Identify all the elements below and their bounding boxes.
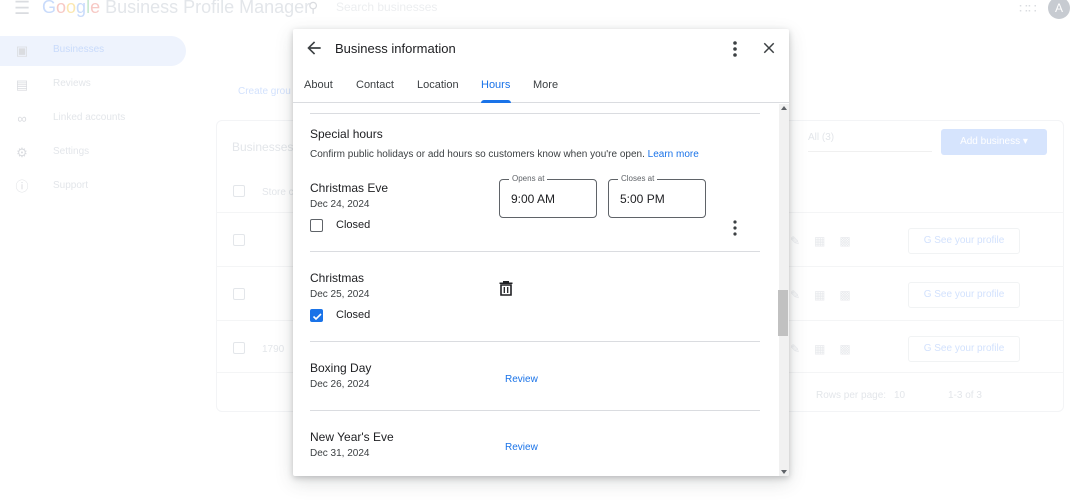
apps-grid-icon[interactable]: ∷∷: [1019, 0, 1037, 17]
store-code-header: Store c: [262, 187, 294, 198]
closes-at-value: 5:00 PM: [620, 192, 665, 206]
see-profile-button[interactable]: G See your profile: [908, 282, 1020, 308]
more-vert-icon[interactable]: [727, 39, 743, 59]
section-divider: [310, 410, 760, 411]
pagination-range: 1-3 of 3: [948, 390, 982, 401]
section-divider: [310, 341, 760, 342]
day-name: New Year's Eve: [310, 430, 394, 444]
row-action-icons: ✎▦▩: [790, 288, 865, 302]
business-information-dialog: Business information About Contact Locat…: [293, 29, 789, 476]
closed-label: Closed: [336, 219, 371, 231]
back-arrow-icon[interactable]: [304, 38, 324, 58]
special-hours-description: Confirm public holidays or add hours so …: [310, 149, 699, 160]
closed-checkbox[interactable]: [310, 219, 323, 232]
sidebar-item-reviews[interactable]: ▤ Reviews: [0, 70, 186, 100]
closes-at-field[interactable]: Closes at 5:00 PM: [608, 174, 706, 218]
row-store-code: 1790: [262, 344, 285, 355]
dialog-title: Business information: [335, 41, 456, 56]
rows-per-page-label: Rows per page:: [816, 390, 887, 401]
reviews-icon: ▤: [15, 77, 29, 92]
review-link[interactable]: Review: [505, 374, 538, 385]
search-input[interactable]: Search businesses: [336, 0, 437, 14]
opens-at-field[interactable]: Opens at 9:00 AM: [499, 174, 597, 218]
help-icon: ⓘ: [15, 179, 29, 194]
opens-at-label: Opens at: [509, 174, 548, 183]
closed-label: Closed: [336, 309, 371, 321]
day-date: Dec 26, 2024: [310, 379, 370, 390]
close-icon[interactable]: [760, 39, 778, 57]
opens-at-value: 9:00 AM: [511, 192, 556, 206]
closes-at-label: Closes at: [618, 174, 658, 183]
day-date: Dec 31, 2024: [310, 448, 370, 459]
row-checkbox[interactable]: [233, 288, 245, 300]
link-icon: ∞: [17, 111, 27, 126]
avatar[interactable]: A: [1048, 0, 1070, 19]
scrollbar-thumb[interactable]: [778, 290, 788, 336]
sidebar-item-settings[interactable]: ⚙ Settings: [0, 138, 186, 168]
day-name: Christmas: [310, 271, 365, 285]
review-link[interactable]: Review: [505, 442, 538, 453]
see-profile-button[interactable]: G See your profile: [908, 228, 1020, 254]
row-action-icons: ✎▦▩: [790, 342, 865, 356]
closed-checkbox-checked[interactable]: [310, 309, 323, 322]
sidebar-item-businesses[interactable]: ▣ Businesses: [0, 36, 186, 66]
tab-hours[interactable]: Hours: [481, 79, 510, 91]
tab-more[interactable]: More: [533, 79, 558, 91]
day-date: Dec 24, 2024: [310, 199, 370, 210]
add-business-button[interactable]: Add business ▾: [941, 129, 1047, 155]
businesses-heading: Businesses: [232, 140, 294, 154]
search-icon[interactable]: ⚲: [308, 0, 318, 16]
dialog-scroll-content[interactable]: Special hours Confirm public holidays or…: [293, 104, 789, 476]
scroll-down-arrow-icon[interactable]: [781, 470, 787, 474]
gear-icon: ⚙: [16, 145, 28, 160]
day-name: Christmas Eve: [310, 181, 389, 195]
active-tab-indicator: [481, 100, 511, 103]
dialog-header: Business information About Contact Locat…: [293, 29, 789, 103]
delete-icon[interactable]: [499, 280, 513, 296]
sidebar-item-support[interactable]: ⓘ Support: [0, 172, 186, 202]
checkmark-icon: [312, 313, 322, 321]
scroll-up-arrow-icon[interactable]: [781, 106, 787, 110]
tab-location[interactable]: Location: [417, 79, 459, 91]
filter-select[interactable]: All (3): [808, 132, 932, 152]
tab-contact[interactable]: Contact: [356, 79, 394, 91]
special-hours-title: Special hours: [310, 127, 383, 141]
section-divider: [310, 251, 760, 252]
day-date: Dec 25, 2024: [310, 289, 370, 300]
day-name: Boxing Day: [310, 361, 372, 375]
create-group-link[interactable]: Create grou: [238, 86, 291, 97]
see-profile-button[interactable]: G See your profile: [908, 336, 1020, 362]
select-all-checkbox[interactable]: [233, 185, 245, 197]
row-checkbox[interactable]: [233, 342, 245, 354]
learn-more-link[interactable]: Learn more: [648, 149, 699, 160]
menu-icon[interactable]: ☰: [14, 0, 30, 17]
row-action-icons: ✎▦▩: [790, 234, 865, 248]
sidebar-item-linked-accounts[interactable]: ∞ Linked accounts: [0, 104, 186, 134]
section-divider: [310, 113, 760, 114]
store-icon: ▣: [15, 43, 29, 58]
more-vert-icon[interactable]: [729, 219, 741, 237]
app-brand: Google Business Profile Manager: [42, 0, 311, 17]
top-app-bar: ☰ Google Business Profile Manager ⚲ Sear…: [0, 0, 1080, 30]
row-checkbox[interactable]: [233, 234, 245, 246]
tab-about[interactable]: About: [304, 79, 333, 91]
rows-per-page-select[interactable]: 10: [894, 390, 905, 401]
